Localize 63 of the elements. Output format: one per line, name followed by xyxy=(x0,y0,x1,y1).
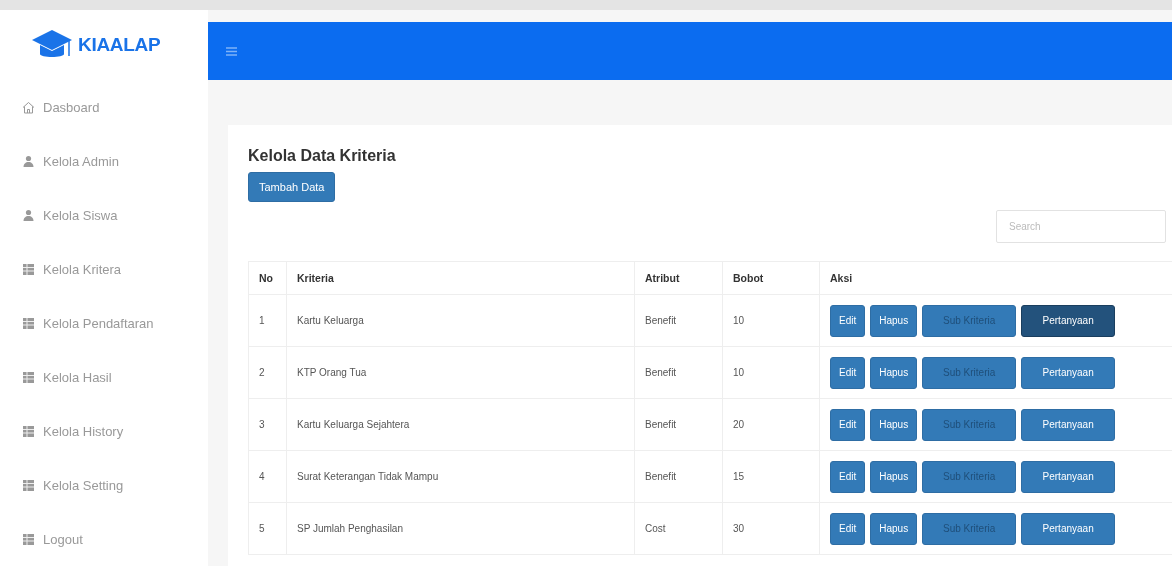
table-cell: 5 xyxy=(248,502,287,555)
questions-button[interactable]: Pertanyaan xyxy=(1021,512,1116,545)
table-cell: 2 xyxy=(248,346,287,399)
sidebar-item[interactable]: Kelola Hasil xyxy=(0,350,208,404)
table-cell: Benefit xyxy=(634,294,723,347)
column-header: Atribut xyxy=(634,261,723,295)
sidebar-item[interactable]: Kelola Setting xyxy=(0,458,208,512)
table-icon xyxy=(22,316,35,330)
table-cell: Kartu Keluarga xyxy=(286,294,635,347)
table-cell: Kartu Keluarga Sejahtera xyxy=(286,398,635,451)
edit-button[interactable]: Edit xyxy=(830,356,866,389)
table-cell: Benefit xyxy=(634,450,723,503)
edit-button[interactable]: Edit xyxy=(830,512,866,545)
sidebar-item[interactable]: Kelola Pendaftaran xyxy=(0,296,208,350)
column-header: No xyxy=(248,261,287,295)
page-title: Kelola Data Kriteria xyxy=(248,147,397,165)
delete-button[interactable]: Hapus xyxy=(870,304,918,337)
table-icon xyxy=(22,370,35,384)
home-icon xyxy=(22,100,35,114)
table-cell: Benefit xyxy=(634,398,723,451)
edit-button[interactable]: Edit xyxy=(830,408,866,441)
column-header: Kriteria xyxy=(286,261,635,295)
sidebar-item[interactable]: Dasboard xyxy=(0,80,208,134)
table-icon xyxy=(22,262,35,276)
sidebar-item[interactable]: Kelola Admin xyxy=(0,134,208,188)
table-cell: 1 xyxy=(248,294,287,347)
questions-button[interactable]: Pertanyaan xyxy=(1021,304,1116,337)
table-icon xyxy=(22,532,35,546)
delete-button[interactable]: Hapus xyxy=(870,356,918,389)
edit-button[interactable]: Edit xyxy=(830,304,866,337)
delete-button[interactable]: Hapus xyxy=(870,512,918,545)
search-field[interactable]: Search xyxy=(996,210,1166,243)
table-cell: KTP Orang Tua xyxy=(286,346,635,399)
sidebar-item[interactable]: Kelola Kritera xyxy=(0,242,208,296)
table-cell: Benefit xyxy=(634,346,723,399)
table-cell: 3 xyxy=(248,398,287,451)
questions-button[interactable]: Pertanyaan xyxy=(1021,356,1116,389)
table-cell: 30 xyxy=(722,502,820,555)
sidebar-item[interactable]: Kelola History xyxy=(0,404,208,458)
brand-name: KIAALAP xyxy=(78,34,161,56)
questions-button[interactable]: Pertanyaan xyxy=(1021,408,1116,441)
user-icon xyxy=(22,154,35,168)
table-icon xyxy=(22,478,35,492)
questions-button[interactable]: Pertanyaan xyxy=(1021,460,1116,493)
delete-button[interactable]: Hapus xyxy=(870,408,918,441)
column-header: Bobot xyxy=(722,261,820,295)
table-cell: Surat Keterangan Tidak Mampu xyxy=(286,450,635,503)
table-cell: 4 xyxy=(248,450,287,503)
table-cell: SP Jumlah Penghasilan xyxy=(286,502,635,555)
menu-icon[interactable] xyxy=(226,46,237,56)
table-cell: 15 xyxy=(722,450,820,503)
user-icon xyxy=(22,208,35,222)
sidebar-item[interactable]: Logout xyxy=(0,512,208,566)
table-cell: 10 xyxy=(722,294,820,347)
table-cell: Cost xyxy=(634,502,723,555)
table-icon xyxy=(22,424,35,438)
edit-button[interactable]: Edit xyxy=(830,460,866,493)
table-cell: 10 xyxy=(722,346,820,399)
add-data-button[interactable]: Tambah Data xyxy=(248,172,336,202)
sidebar-item[interactable]: Kelola Siswa xyxy=(0,188,208,242)
delete-button[interactable]: Hapus xyxy=(870,460,918,493)
table-cell: 20 xyxy=(722,398,820,451)
column-header: Aksi xyxy=(819,261,1172,295)
